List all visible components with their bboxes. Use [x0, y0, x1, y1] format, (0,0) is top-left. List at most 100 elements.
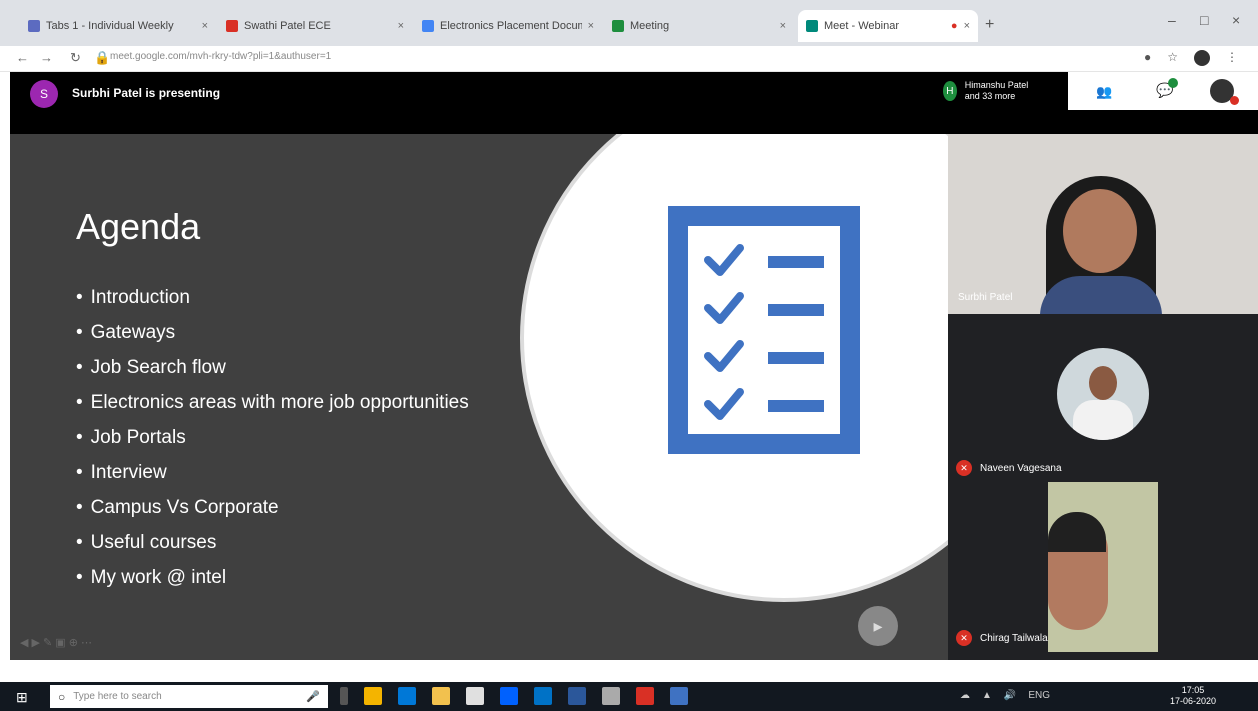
mic-off-icon: ✕ — [956, 630, 972, 646]
participant-avatar-photo — [1057, 348, 1149, 440]
browser-tab-strip: Tabs 1 - Individual Weekly × Swathi Pate… — [0, 0, 1258, 46]
participant-tile[interactable]: ✕ Chirag Tailwala — [948, 482, 1258, 660]
participants-count-label: Himanshu Patel and 33 more — [964, 80, 1029, 101]
minimize-button[interactable]: – — [1168, 12, 1176, 28]
participant-name-row: ✕ Chirag Tailwala — [956, 630, 1048, 646]
agenda-list: Introduction Gateways Job Search flow El… — [76, 280, 469, 595]
network-icon[interactable]: ▲ — [982, 690, 992, 701]
reload-icon[interactable]: ↻ — [70, 50, 81, 66]
address-bar-icons: ● ☆ ⋮ — [1144, 50, 1238, 66]
checklist-icon — [668, 206, 860, 454]
mic-off-icon: ✕ — [956, 460, 972, 476]
language-icon[interactable]: ENG — [1028, 690, 1050, 701]
url-field[interactable]: meet.google.com/mvh-rkry-tdw?pli=1&authu… — [110, 51, 331, 62]
notification-badge — [1168, 78, 1178, 88]
key-icon[interactable]: ● — [1144, 50, 1151, 66]
mail-icon[interactable] — [534, 687, 552, 705]
store-icon[interactable] — [466, 687, 484, 705]
system-tray: ☁ ▲ 🔊 ENG — [960, 690, 1050, 701]
mic-off-badge — [1230, 96, 1239, 105]
task-view-icon[interactable] — [340, 687, 348, 705]
browser-tab-active[interactable]: Meet - Webinar ● × — [798, 10, 978, 42]
meet-app: S Surbhi Patel is presenting H Himanshu … — [10, 72, 1258, 660]
forward-icon[interactable]: → — [40, 50, 53, 65]
participant-tile[interactable]: Surbhi Patel — [948, 134, 1258, 314]
clock-date: 17-06-2020 — [1170, 696, 1217, 706]
search-placeholder: Type here to search — [73, 691, 162, 702]
edge-icon[interactable] — [398, 687, 416, 705]
agenda-item: Job Portals — [76, 420, 469, 455]
star-icon[interactable]: ☆ — [1167, 50, 1178, 66]
file-explorer-icon[interactable] — [432, 687, 450, 705]
maximize-button[interactable]: □ — [1200, 12, 1208, 28]
app-icon[interactable] — [670, 687, 688, 705]
participant-avatar: H — [943, 81, 957, 101]
favicon — [806, 20, 818, 32]
back-icon[interactable]: ← — [16, 50, 29, 65]
participant-name: Surbhi Patel — [958, 292, 1013, 303]
presenting-label: Surbhi Patel is presenting — [72, 86, 221, 100]
participant-tile[interactable]: ✕ Naveen Vagesana — [948, 314, 1258, 482]
agenda-item: Introduction — [76, 280, 469, 315]
tab-label: Tabs 1 - Individual Weekly — [46, 20, 174, 32]
participants-chip[interactable]: H Himanshu Patel and 33 more — [937, 72, 1045, 110]
taskbar-search-box[interactable]: ○ Type here to search 🎤 — [50, 685, 328, 708]
tab-label: Meeting — [630, 20, 670, 32]
close-window-button[interactable]: × — [1232, 12, 1240, 28]
clock-time: 17:05 — [1181, 685, 1205, 695]
presentation-slide: Agenda Introduction Gateways Job Search … — [10, 134, 948, 660]
slideshow-toolbar[interactable]: ◀ ▶ ✎ ▣ ⊕ ⋯ — [20, 636, 92, 649]
participant-name: Chirag Tailwala — [980, 632, 1048, 644]
browser-tab[interactable]: Electronics Placement Document × — [414, 10, 602, 42]
pdf-icon[interactable] — [636, 687, 654, 705]
close-icon[interactable]: × — [588, 20, 594, 32]
tab-label: Swathi Patel ECE — [244, 20, 331, 32]
favicon — [612, 20, 624, 32]
favicon — [422, 20, 434, 32]
presenter-avatar: S — [30, 80, 58, 108]
video-feed — [1048, 482, 1158, 652]
profile-avatar[interactable] — [1194, 50, 1210, 66]
agenda-item: Gateways — [76, 315, 469, 350]
cloud-icon[interactable]: ☁ — [960, 690, 970, 701]
menu-icon[interactable]: ⋮ — [1226, 50, 1238, 66]
people-icon[interactable]: 👥 — [1096, 84, 1112, 100]
chrome-icon[interactable] — [364, 687, 382, 705]
close-icon[interactable]: × — [964, 20, 970, 32]
browser-tab[interactable]: Swathi Patel ECE × — [218, 10, 412, 42]
agenda-item: Useful courses — [76, 525, 469, 560]
search-icon: ○ — [58, 689, 66, 704]
mic-icon[interactable]: 🎤 — [306, 690, 320, 703]
app-icon[interactable] — [568, 687, 586, 705]
meet-controls: 👥 💬 — [1068, 72, 1258, 110]
close-icon[interactable]: × — [202, 20, 208, 32]
windows-start-icon[interactable]: ⊞ — [16, 689, 28, 706]
close-icon[interactable]: × — [780, 20, 786, 32]
dropbox-icon[interactable] — [500, 687, 518, 705]
taskbar-app-icons — [340, 687, 688, 705]
taskbar-clock[interactable]: 17:05 17-06-2020 — [1170, 685, 1216, 707]
agenda-item: Job Search flow — [76, 350, 469, 385]
meet-top-bar: S Surbhi Patel is presenting H Himanshu … — [10, 72, 1258, 134]
slide-title: Agenda — [76, 206, 201, 247]
browser-tab[interactable]: Meeting × — [604, 10, 794, 42]
agenda-item: Campus Vs Corporate — [76, 490, 469, 525]
agenda-item: Electronics areas with more job opportun… — [76, 385, 469, 420]
browser-tab[interactable]: Tabs 1 - Individual Weekly × — [20, 10, 216, 42]
favicon — [226, 20, 238, 32]
close-icon[interactable]: × — [398, 20, 404, 32]
participant-name: Naveen Vagesana — [980, 462, 1062, 474]
agenda-item: Interview — [76, 455, 469, 490]
app-icon[interactable] — [602, 687, 620, 705]
volume-icon[interactable]: 🔊 — [1004, 690, 1016, 701]
windows-taskbar: ⊞ ○ Type here to search 🎤 ☁ ▲ 🔊 ENG 17:0… — [0, 682, 1258, 711]
new-tab-button[interactable]: + — [985, 16, 994, 34]
lock-icon: 🔒 — [94, 50, 111, 65]
next-slide-button[interactable]: ▸ — [858, 606, 898, 646]
favicon — [28, 20, 40, 32]
address-bar: ← → ↻ 🔒 meet.google.com/mvh-rkry-tdw?pli… — [0, 46, 1258, 72]
tab-label: Meet - Webinar — [824, 20, 899, 32]
video-feed-body — [1040, 276, 1162, 314]
agenda-item: My work @ intel — [76, 560, 469, 595]
participant-name-row: ✕ Naveen Vagesana — [956, 460, 1062, 476]
